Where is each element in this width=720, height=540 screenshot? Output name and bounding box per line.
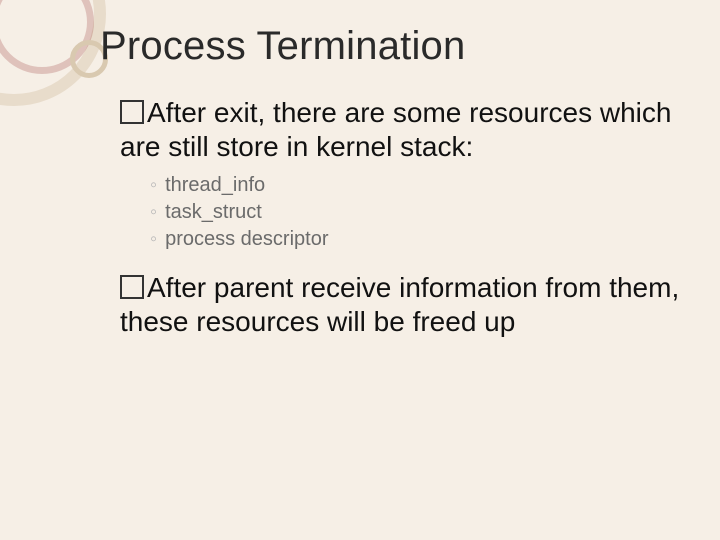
decorative-corner: [0, 0, 110, 90]
deco-ring-medium: [0, 0, 94, 74]
sub-item-3-text: process descriptor: [165, 228, 328, 250]
slide-title: Process Termination: [100, 24, 465, 69]
sub-list: ◦ thread_info ◦ task_struct ◦ process descr…: [150, 172, 684, 253]
sub-item-1: ◦ thread_info: [150, 172, 684, 199]
open-bullet-icon: ◦: [150, 201, 157, 223]
bullet-box-icon: [120, 100, 144, 124]
bullet-2: After parent receive information from th…: [120, 271, 684, 339]
bullet-2-lead: After: [147, 272, 206, 303]
sub-item-3: ◦ process descriptor: [150, 226, 684, 253]
slide-body: After exit, there are some resources whi…: [120, 96, 684, 348]
open-bullet-icon: ◦: [150, 228, 157, 250]
sub-item-2: ◦ task_struct: [150, 199, 684, 226]
open-bullet-icon: ◦: [150, 174, 157, 196]
sub-item-1-text: thread_info: [165, 174, 265, 196]
bullet-1-lead: After: [147, 97, 206, 128]
bullet-1: After exit, there are some resources whi…: [120, 96, 684, 164]
bullet-box-icon: [120, 275, 144, 299]
sub-item-2-text: task_struct: [165, 201, 262, 223]
deco-ring-large: [0, 0, 106, 106]
